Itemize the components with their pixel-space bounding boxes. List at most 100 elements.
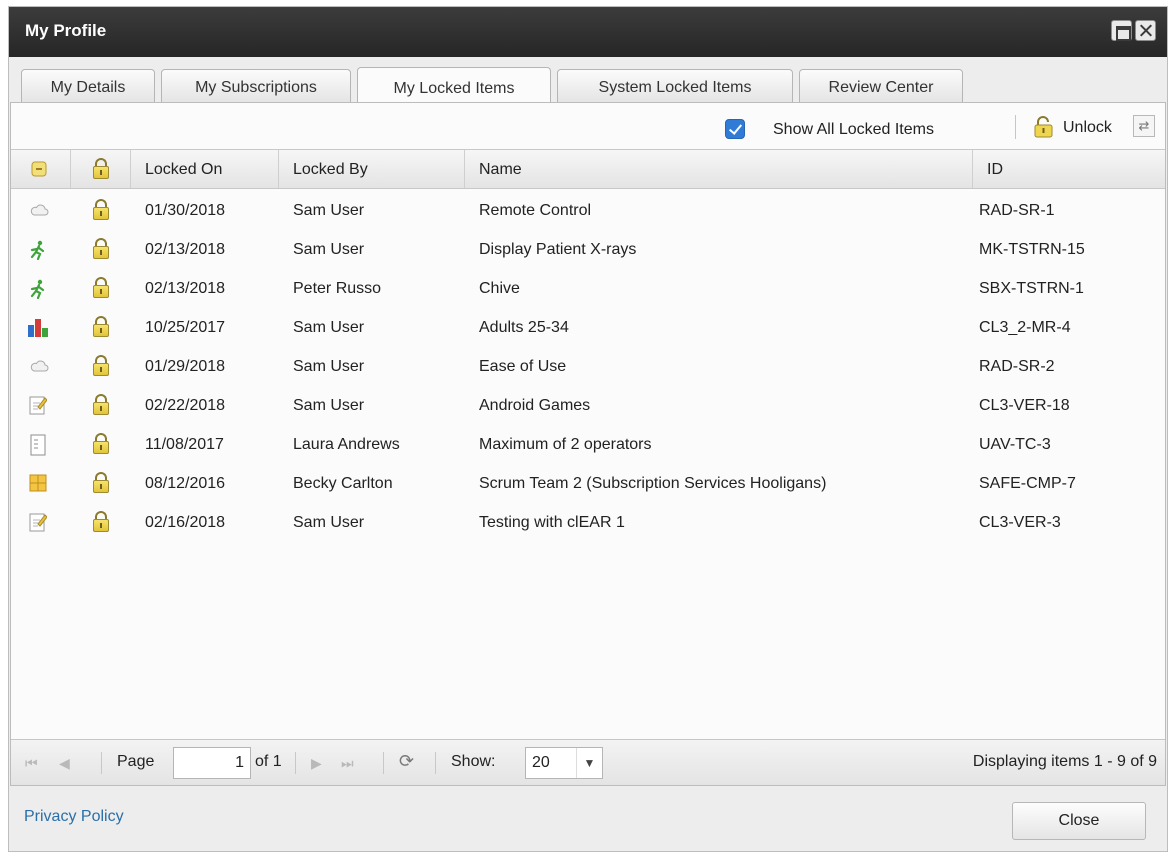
lock-icon [93,433,109,455]
table-row[interactable]: 10/25/2017 Sam User Adults 25-34 CL3_2-M… [11,308,1165,347]
item-type-icon [31,161,47,177]
name-column-header[interactable]: Name [465,150,973,188]
id-cell: CL3-VER-3 [979,514,1061,531]
name-cell: Scrum Team 2 (Subscription Services Hool… [479,475,827,492]
pager-separator [295,752,296,774]
cloud-icon [30,360,49,372]
refresh-icon[interactable]: ⟳ [399,751,414,772]
table-row[interactable]: 01/30/2018 Sam User Remote Control RAD-S… [11,191,1165,230]
name-cell: Chive [479,280,520,297]
id-cell: CL3-VER-18 [979,397,1070,414]
lock-icon [93,316,109,338]
display-count: Displaying items 1 - 9 of 9 [972,753,1157,770]
locked-by-cell: Sam User [293,514,365,531]
locked-on-cell: 02/13/2018 [145,280,226,297]
window-title: My Profile [25,21,107,40]
name-cell: Testing with clEAR 1 [479,514,625,531]
page-label: Page [117,753,155,770]
pager-separator [383,752,384,774]
id-cell: CL3_2-MR-4 [979,319,1071,336]
edit-document-icon [29,396,47,415]
locked-by-cell: Becky Carlton [293,475,393,492]
page-size-select[interactable]: 20 ▼ [525,747,603,779]
pager-separator [101,752,102,774]
unlock-icon [1034,116,1053,138]
table-row[interactable]: 11/08/2017 Laura Andrews Maximum of 2 op… [11,425,1165,464]
prev-page-icon[interactable]: ◀ [59,755,70,772]
lock-column-header[interactable] [71,150,131,188]
unlock-label: Unlock [1063,119,1112,136]
grid-header: Locked On Locked By Name ID [11,149,1165,189]
locked-on-cell: 02/22/2018 [145,397,226,414]
table-row[interactable]: 02/13/2018 Peter Russo Chive SBX-TSTRN-1 [11,269,1165,308]
show-label: Show: [451,753,496,770]
name-cell: Android Games [479,397,591,414]
locked-by-cell: Sam User [293,358,365,375]
lock-icon [93,472,109,494]
locked-on-cell: 10/25/2017 [145,319,226,336]
page-number-input[interactable]: 1 [173,747,251,779]
unlock-button[interactable]: Unlock [1029,112,1129,142]
chevron-down-icon: ▼ [576,748,602,778]
edit-document-icon [29,513,47,532]
id-cell: SBX-TSTRN-1 [979,280,1084,297]
title-bar: My Profile [9,7,1167,57]
id-cell: RAD-SR-2 [979,358,1055,375]
first-page-icon[interactable]: ⏮ [25,755,38,772]
next-page-icon[interactable]: ▶ [311,755,322,772]
bar-chart-icon [28,319,48,337]
paging-toolbar: ⏮ ◀ Page 1 of 1 ▶ ⏭ ⟳ Show: 20 ▼ Display… [11,739,1165,785]
locked-by-column-header[interactable]: Locked By [279,150,465,188]
table-row[interactable]: 02/16/2018 Sam User Testing with clEAR 1… [11,503,1165,542]
id-cell: RAD-SR-1 [979,202,1055,219]
table-row[interactable]: 02/22/2018 Sam User Android Games CL3-VE… [11,386,1165,425]
document-icon [30,434,46,456]
lock-icon [93,394,109,416]
pager-separator [435,752,436,774]
toolbar: Show All Locked Items Unlock ⇄ [11,103,1165,149]
lock-icon [93,355,109,377]
table-row[interactable]: 02/13/2018 Sam User Display Patient X-ra… [11,230,1165,269]
locked-by-cell: Sam User [293,202,365,219]
show-all-locked-label: Show All Locked Items [773,121,934,138]
name-cell: Display Patient X-rays [479,241,637,258]
page-count-label: of 1 [255,753,282,770]
locked-on-cell: 01/30/2018 [145,202,226,219]
locked-on-cell: 02/13/2018 [145,241,226,258]
locked-on-column-header[interactable]: Locked On [131,150,279,188]
lock-icon [93,277,109,299]
show-all-locked-checkbox[interactable] [725,119,745,139]
locked-on-cell: 02/16/2018 [145,514,226,531]
last-page-icon[interactable]: ⏭ [341,755,354,772]
type-column-header[interactable] [11,150,71,188]
runner-icon [30,279,45,299]
name-cell: Ease of Use [479,358,567,375]
runner-icon [30,240,45,260]
locked-items-panel: Show All Locked Items Unlock ⇄ Locked On… [10,102,1166,786]
refresh-icon[interactable]: ⇄ [1133,115,1155,137]
close-icon[interactable] [1135,20,1156,41]
table-row[interactable]: 01/29/2018 Sam User Ease of Use RAD-SR-2 [11,347,1165,386]
close-button[interactable]: Close [1012,802,1146,840]
id-cell: UAV-TC-3 [979,436,1051,453]
lock-icon [93,238,109,260]
id-column-header[interactable]: ID [973,150,1167,188]
locked-by-cell: Sam User [293,241,365,258]
privacy-policy-link[interactable]: Privacy Policy [24,808,124,826]
id-cell: SAFE-CMP-7 [979,475,1076,492]
locked-by-cell: Sam User [293,319,365,336]
lock-icon [93,158,109,180]
toolbar-separator [1015,115,1016,139]
restore-icon[interactable] [1111,20,1132,41]
id-cell: MK-TSTRN-15 [979,241,1085,258]
locked-by-cell: Laura Andrews [293,436,400,453]
cloud-icon [30,204,49,216]
locked-by-cell: Sam User [293,397,365,414]
table-row[interactable]: 08/12/2016 Becky Carlton Scrum Team 2 (S… [11,464,1165,503]
locked-on-cell: 11/08/2017 [145,436,224,453]
locked-by-cell: Peter Russo [293,280,382,297]
page-size-value: 20 [532,754,550,771]
locked-on-cell: 08/12/2016 [145,475,226,492]
name-cell: Adults 25-34 [479,319,569,336]
locked-on-cell: 01/29/2018 [145,358,226,375]
